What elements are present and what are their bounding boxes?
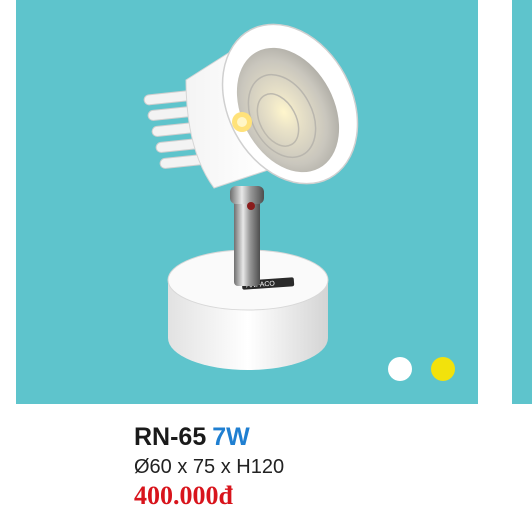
color-swatch-yellow[interactable] (431, 357, 455, 381)
spotlight-image: ANFACO (143, 23, 359, 370)
product-dimensions: Ø60 x 75 x H120 (134, 456, 285, 478)
product-title: RN-65 7W (134, 422, 250, 452)
product-photo-panel: ANFACO (16, 0, 478, 404)
power-rating: 7W (212, 423, 250, 451)
color-swatch-white[interactable] (388, 357, 412, 381)
color-options (388, 357, 478, 383)
model-number: RN-65 (134, 423, 207, 451)
product-price: 400.000đ (134, 481, 233, 510)
adjacent-product-panel (512, 0, 532, 404)
